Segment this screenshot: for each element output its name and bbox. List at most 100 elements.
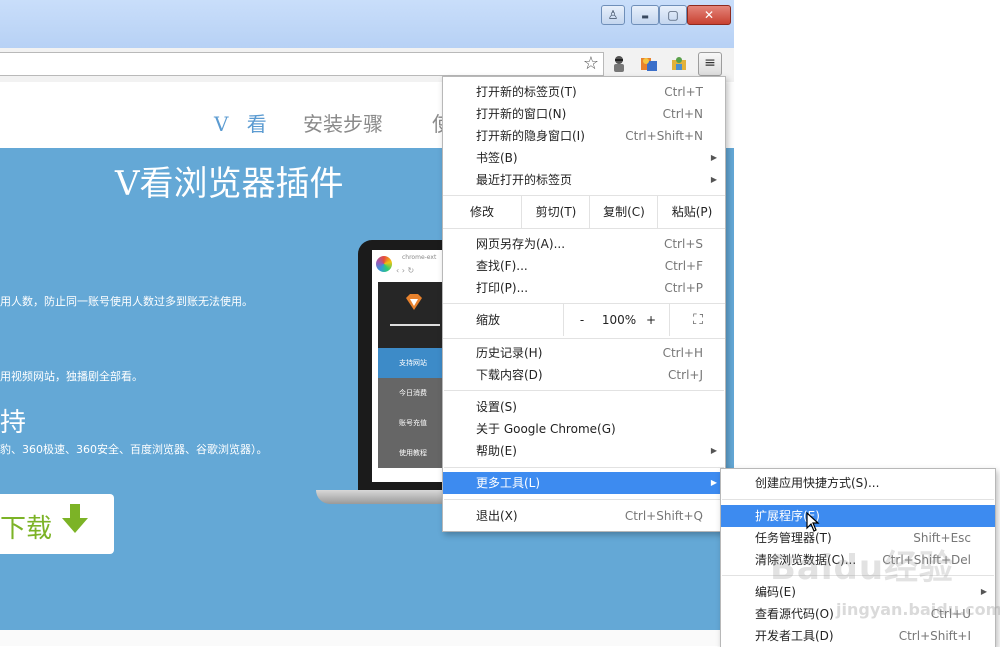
menu-item-help[interactable]: 帮助(E) ▶ — [443, 440, 725, 462]
menu-item-label: 打开新的标签页(T) — [476, 85, 577, 99]
paste-button[interactable]: 粘贴(P) — [657, 196, 726, 228]
menu-item-label: 关于 Google Chrome(G) — [476, 422, 616, 436]
hamburger-icon: ≡ — [704, 55, 716, 71]
laptop-nav-icons: ‹ › ↻ — [396, 266, 415, 275]
extension-puzzle-icon[interactable] — [668, 53, 690, 75]
menu-item-incognito[interactable]: 打开新的隐身窗口(I) Ctrl+Shift+N — [443, 125, 725, 147]
menu-item-more-tools[interactable]: 更多工具(L) ▶ — [443, 472, 725, 494]
menu-shortcut: Ctrl+Shift+N — [625, 129, 703, 143]
menu-item-label: 网页另存为(A)... — [476, 237, 566, 251]
extension-spy-icon[interactable] — [608, 53, 630, 75]
title-bar: ♙ ▬ ▢ ✕ — [0, 0, 734, 48]
menu-item-new-window[interactable]: 打开新的窗口(N) Ctrl+N — [443, 103, 725, 125]
cut-button[interactable]: 剪切(T) — [521, 196, 590, 228]
menu-separator — [722, 499, 994, 500]
nav-link-vkan[interactable]: V 看 — [214, 108, 273, 137]
maximize-button[interactable]: ▢ — [659, 5, 687, 25]
laptop-extension-header — [378, 282, 448, 348]
menu-shortcut: Ctrl+N — [662, 107, 703, 121]
menu-item-label: 书签(B) — [476, 151, 518, 165]
menu-item-find[interactable]: 查找(F)... Ctrl+F — [443, 255, 725, 277]
extension-vkan-icon[interactable] — [638, 53, 660, 75]
menu-shortcut: Ctrl+T — [664, 85, 703, 99]
maximize-icon: ▢ — [667, 8, 679, 22]
minimize-button[interactable]: ▬ — [631, 5, 659, 25]
menu-shortcut: Ctrl+Shift+Q — [624, 509, 703, 523]
menu-item-new-tab[interactable]: 打开新的标签页(T) Ctrl+T — [443, 81, 725, 103]
chrome-logo-icon — [376, 256, 392, 272]
submenu-item-create-shortcut[interactable]: 创建应用快捷方式(S)... — [721, 472, 995, 494]
feature-text-3: 豹、360极速、360安全、百度浏览器、谷歌浏览器）。 — [0, 443, 268, 456]
laptop-illustration: chrome-ext ‹ › ↻ 支持网站 今日消费 账号充值 使用教程 — [358, 240, 448, 492]
menu-item-save-page[interactable]: 网页另存为(A)... Ctrl+S — [443, 233, 725, 255]
submenu-arrow-icon: ▶ — [710, 175, 717, 184]
menu-shortcut: Ctrl+S — [663, 237, 703, 251]
download-button[interactable]: 下载 — [0, 494, 114, 554]
nav-link-install-steps[interactable]: 安装步骤 — [303, 108, 383, 137]
menu-item-print[interactable]: 打印(P)... Ctrl+P — [443, 277, 725, 299]
support-heading: 持 — [0, 408, 27, 438]
menu-item-about-chrome[interactable]: 关于 Google Chrome(G) — [443, 418, 725, 440]
page-footer — [0, 630, 734, 646]
vkan-logo-icon — [406, 294, 422, 310]
menu-item-label: 设置(S) — [476, 400, 517, 414]
zoom-in-button[interactable]: + — [639, 304, 663, 336]
laptop-menu-item: 账号充值 — [378, 408, 448, 438]
menu-item-recent-tabs[interactable]: 最近打开的标签页 ▶ — [443, 169, 725, 191]
hero-title: V看浏览器插件 — [115, 164, 344, 204]
menu-separator — [444, 390, 724, 391]
user-profile-button[interactable]: ♙ — [601, 5, 625, 25]
menu-item-history[interactable]: 历史记录(H) Ctrl+H — [443, 342, 725, 364]
laptop-tab-label: chrome-ext — [402, 254, 437, 261]
menu-item-label: 帮助(E) — [476, 444, 517, 458]
menu-item-label: 打开新的隐身窗口(I) — [476, 129, 585, 143]
menu-item-settings[interactable]: 设置(S) — [443, 396, 725, 418]
close-icon: ✕ — [703, 8, 715, 22]
menu-item-label: 查找(F)... — [476, 259, 528, 273]
laptop-base — [316, 490, 448, 504]
submenu-arrow-icon: ▶ — [710, 446, 717, 455]
submenu-item-extensions[interactable]: 扩展程序(E) — [721, 505, 995, 527]
menu-item-label: 历史记录(H) — [476, 346, 543, 360]
zoom-out-button[interactable]: - — [563, 304, 600, 336]
menu-shortcut: Ctrl+H — [662, 346, 703, 360]
submenu-item-devtools[interactable]: 开发者工具(D) Ctrl+Shift+I — [721, 625, 995, 647]
menu-separator — [444, 467, 724, 468]
copy-button[interactable]: 复制(C) — [589, 196, 658, 228]
download-arrow-icon — [62, 504, 88, 533]
menu-item-label: 下载内容(D) — [476, 368, 543, 382]
menu-item-label: 退出(X) — [476, 509, 518, 523]
edit-label: 修改 — [469, 205, 494, 219]
menu-shortcut: Ctrl+F — [664, 259, 703, 273]
menu-item-label: 查看源代码(O) — [755, 607, 834, 621]
chrome-menu-button[interactable]: ≡ — [698, 52, 722, 76]
fullscreen-icon[interactable]: ⛶ — [669, 304, 726, 336]
laptop-menu-item: 今日消费 — [378, 378, 448, 408]
minimize-icon: ▬ — [641, 12, 649, 21]
laptop-progress-line — [390, 324, 440, 326]
zoom-label: 缩放 — [476, 313, 501, 327]
close-button[interactable]: ✕ — [687, 5, 731, 25]
laptop-menu-item: 支持网站 — [378, 348, 448, 378]
menu-item-label: 更多工具(L) — [476, 476, 541, 490]
menu-item-label: 最近打开的标签页 — [476, 173, 573, 187]
menu-item-bookmarks[interactable]: 书签(B) ▶ — [443, 147, 725, 169]
menu-item-label: 打印(P)... — [476, 281, 529, 295]
baidu-watermark-url: jingyan.baidu.com — [836, 600, 1000, 619]
zoom-row: 缩放 - 100% + ⛶ — [443, 303, 725, 339]
bookmark-star-icon[interactable]: ☆ — [583, 54, 599, 74]
edit-row: 修改 剪切(T) 复制(C) 粘贴(P) — [443, 195, 725, 229]
menu-item-label: 创建应用快捷方式(S)... — [755, 476, 880, 490]
address-bar[interactable]: ☆ — [0, 52, 604, 76]
menu-item-exit[interactable]: 退出(X) Ctrl+Shift+Q — [443, 505, 725, 527]
mouse-cursor-icon — [806, 512, 820, 532]
baidu-watermark-logo: Baidu经验 — [770, 548, 955, 588]
submenu-arrow-icon: ▶ — [710, 153, 717, 162]
menu-shortcut: Ctrl+J — [668, 368, 703, 382]
menu-shortcut: Ctrl+P — [664, 281, 703, 295]
download-label: 下载 — [0, 514, 53, 544]
menu-item-downloads[interactable]: 下载内容(D) Ctrl+J — [443, 364, 725, 386]
submenu-arrow-icon: ▶ — [710, 478, 717, 487]
zoom-level: 100% — [601, 313, 637, 327]
feature-text-2: 用视频网站，独播剧全部看。 — [0, 370, 143, 383]
